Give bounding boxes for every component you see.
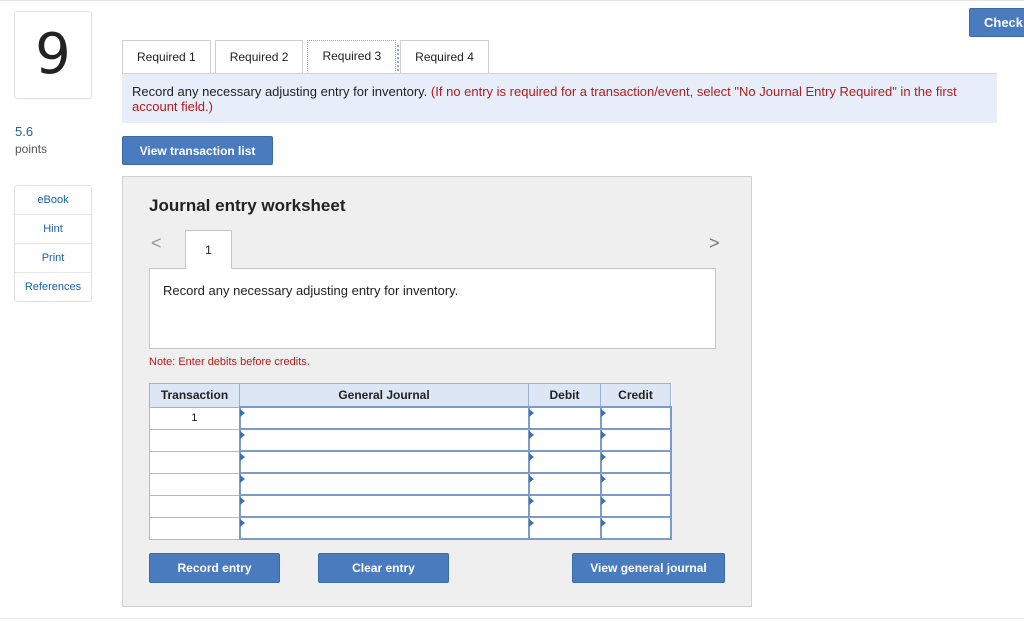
credit-field[interactable] (599, 472, 672, 496)
question-number: 9 (35, 22, 71, 87)
debit-field[interactable] (527, 450, 602, 474)
question-number-box: 9 (14, 11, 92, 99)
field-marker-icon (600, 519, 606, 527)
required-tabs: Required 1 Required 2 Required 3 Require… (122, 40, 493, 73)
print-link[interactable]: Print (15, 244, 91, 273)
column-header-transaction: Transaction (149, 383, 240, 408)
column-header-debit: Debit (528, 383, 601, 408)
tab-required-1[interactable]: Required 1 (122, 40, 211, 73)
hint-link[interactable]: Hint (15, 215, 91, 244)
field-marker-icon (239, 453, 245, 461)
tools-panel: eBook Hint Print References (14, 185, 92, 302)
table-row (149, 472, 672, 496)
field-marker-icon (528, 453, 534, 461)
instruction-text: Record any necessary adjusting entry for… (132, 84, 428, 99)
credit-field[interactable] (599, 494, 672, 518)
top-divider (0, 0, 1024, 1)
view-general-journal-button[interactable]: View general journal (572, 553, 725, 583)
field-marker-icon (600, 453, 606, 461)
transaction-cell (149, 516, 240, 540)
debit-field[interactable] (527, 494, 602, 518)
field-marker-icon (600, 431, 606, 439)
journal-entry-worksheet: Journal entry worksheet < 1 > Record any… (122, 176, 752, 607)
account-field[interactable] (238, 428, 530, 452)
table-row (149, 516, 672, 540)
chevron-right-icon[interactable]: > (709, 233, 720, 254)
points-label: points (15, 142, 48, 156)
references-link[interactable]: References (15, 273, 91, 301)
transaction-cell (149, 494, 240, 518)
points-value: 5.6 (15, 124, 34, 139)
field-marker-icon (528, 409, 534, 417)
clear-entry-button[interactable]: Clear entry (318, 553, 449, 583)
entry-description: Record any necessary adjusting entry for… (149, 268, 716, 349)
account-field[interactable] (238, 494, 530, 518)
worksheet-title: Journal entry worksheet (149, 196, 346, 215)
instruction-panel: Record any necessary adjusting entry for… (122, 73, 997, 123)
table-row (149, 450, 672, 474)
account-field[interactable] (238, 450, 530, 474)
credit-field[interactable] (599, 450, 672, 474)
debit-field[interactable] (527, 516, 602, 540)
tab-required-3[interactable]: Required 3 (307, 40, 400, 73)
credit-field[interactable] (599, 406, 672, 430)
tab-required-3-label: Required 3 (322, 49, 382, 63)
tab-required-2[interactable]: Required 2 (214, 40, 304, 73)
field-marker-icon (239, 475, 245, 483)
field-marker-icon (239, 431, 245, 439)
credit-field[interactable] (599, 428, 672, 452)
debits-credits-note: Note: Enter debits before credits. (149, 356, 310, 368)
debit-field[interactable] (527, 406, 602, 430)
bottom-divider (0, 618, 1024, 619)
field-marker-icon (239, 497, 245, 505)
field-marker-icon (600, 497, 606, 505)
tab-required-4[interactable]: Required 4 (400, 40, 489, 73)
field-marker-icon (239, 409, 245, 417)
column-header-general-journal: General Journal (239, 383, 529, 408)
transaction-cell (149, 450, 240, 474)
transaction-cell (149, 472, 240, 496)
field-marker-icon (528, 431, 534, 439)
field-marker-icon (600, 409, 606, 417)
field-marker-icon (600, 475, 606, 483)
table-row: 1 (149, 406, 672, 430)
field-marker-icon (528, 519, 534, 527)
record-entry-button[interactable]: Record entry (149, 553, 280, 583)
field-marker-icon (528, 497, 534, 505)
column-header-credit: Credit (600, 383, 671, 408)
field-marker-icon (528, 475, 534, 483)
account-field[interactable] (238, 516, 530, 540)
debit-field[interactable] (527, 428, 602, 452)
account-field[interactable] (238, 406, 530, 430)
field-marker-icon (239, 519, 245, 527)
ebook-link[interactable]: eBook (15, 186, 91, 215)
transaction-cell (149, 428, 240, 452)
table-row (149, 428, 672, 452)
journal-table: Transaction General Journal Debit Credit… (149, 383, 672, 540)
check-button[interactable]: Check (969, 8, 1024, 37)
table-row (149, 494, 672, 518)
chevron-left-icon[interactable]: < (151, 233, 162, 254)
account-field[interactable] (238, 472, 530, 496)
credit-field[interactable] (599, 516, 672, 540)
debit-field[interactable] (527, 472, 602, 496)
entry-tab-1[interactable]: 1 (185, 230, 232, 269)
view-transaction-list-button[interactable]: View transaction list (122, 136, 273, 165)
transaction-cell: 1 (149, 406, 240, 430)
